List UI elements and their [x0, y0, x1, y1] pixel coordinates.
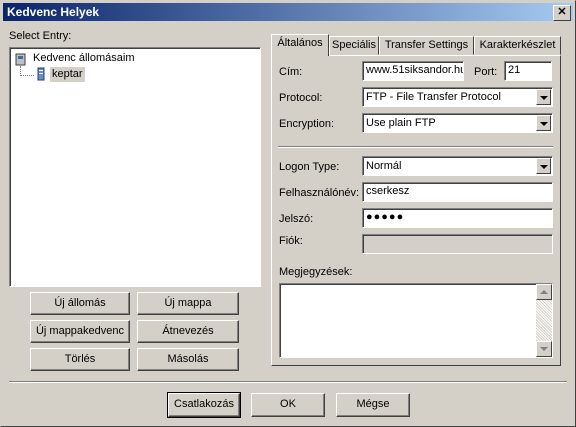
comments-textarea[interactable] — [279, 283, 553, 358]
account-label: Fiók: — [279, 235, 303, 247]
scroll-down-icon[interactable] — [536, 341, 552, 357]
tree-root-label[interactable]: Kedvenc állomásaim — [33, 52, 135, 64]
scrollbar[interactable] — [536, 284, 552, 357]
connect-button[interactable]: Csatlakozás — [167, 392, 241, 418]
account-input — [362, 234, 553, 254]
site-tree[interactable]: Kedvenc állomásaim keptar — [9, 47, 261, 287]
close-button[interactable]: ✕ — [553, 5, 571, 21]
encryption-label: Encryption: — [279, 118, 335, 130]
server-icon — [35, 67, 47, 81]
chevron-down-icon[interactable] — [536, 89, 551, 105]
protocol-label: Protocol: — [279, 92, 323, 104]
password-label: Jelszó: — [279, 213, 314, 225]
bottom-divider — [9, 381, 567, 383]
title-bar: Kedvenc Helyek ✕ — [3, 3, 573, 21]
select-entry-label: Select Entry: — [9, 30, 72, 42]
close-icon: ✕ — [557, 6, 567, 18]
tree-connector — [20, 75, 34, 76]
port-label: Port: — [474, 66, 498, 78]
user-label: Felhasználónév: — [279, 187, 360, 199]
chevron-down-icon[interactable] — [536, 158, 551, 174]
tab-transfer-settings[interactable]: Transfer Settings — [379, 36, 474, 55]
port-input[interactable]: 21 — [504, 61, 552, 81]
host-label: Cím: — [279, 66, 303, 78]
new-site-button[interactable]: Új állomás — [30, 292, 130, 315]
protocol-value: FTP - File Transfer Protocol — [366, 91, 501, 103]
cancel-button[interactable]: Mégse — [336, 393, 410, 417]
password-input[interactable]: ●●●●● — [362, 208, 553, 228]
logon-type-label: Logon Type: — [279, 161, 340, 173]
new-folder-button[interactable]: Új mappa — [137, 292, 239, 315]
chevron-down-icon[interactable] — [536, 115, 551, 131]
logon-type-value: Normál — [366, 160, 402, 172]
delete-button[interactable]: Törlés — [30, 348, 130, 371]
form-divider — [278, 146, 553, 148]
tree-item-keptar[interactable]: keptar — [50, 67, 85, 82]
folder-icon — [15, 52, 27, 66]
copy-button[interactable]: Másolás — [137, 348, 239, 371]
tab-charset[interactable]: Karakterkészlet — [474, 36, 561, 55]
protocol-select[interactable]: FTP - File Transfer Protocol — [362, 87, 553, 107]
tab-advanced[interactable]: Speciális — [329, 36, 379, 55]
window-title: Kedvenc Helyek — [7, 5, 100, 19]
scroll-up-icon[interactable] — [536, 284, 552, 300]
ok-button[interactable]: OK — [251, 393, 325, 417]
encryption-select[interactable]: Use plain FTP — [362, 113, 553, 133]
rename-button[interactable]: Átnevezés — [137, 320, 239, 343]
new-bookmark-button[interactable]: Új mappakedvenc — [30, 320, 130, 343]
comments-label: Megjegyzések: — [279, 266, 353, 278]
user-input[interactable]: cserkesz — [362, 182, 553, 202]
dialog-window: Kedvenc Helyek ✕ Select Entry: Kedvenc á… — [0, 0, 576, 427]
encryption-value: Use plain FTP — [366, 117, 436, 129]
logon-type-select[interactable]: Normál — [362, 156, 553, 176]
host-input[interactable]: www.51siksandor.hu — [362, 61, 464, 81]
tab-general[interactable]: Általános — [271, 34, 329, 56]
